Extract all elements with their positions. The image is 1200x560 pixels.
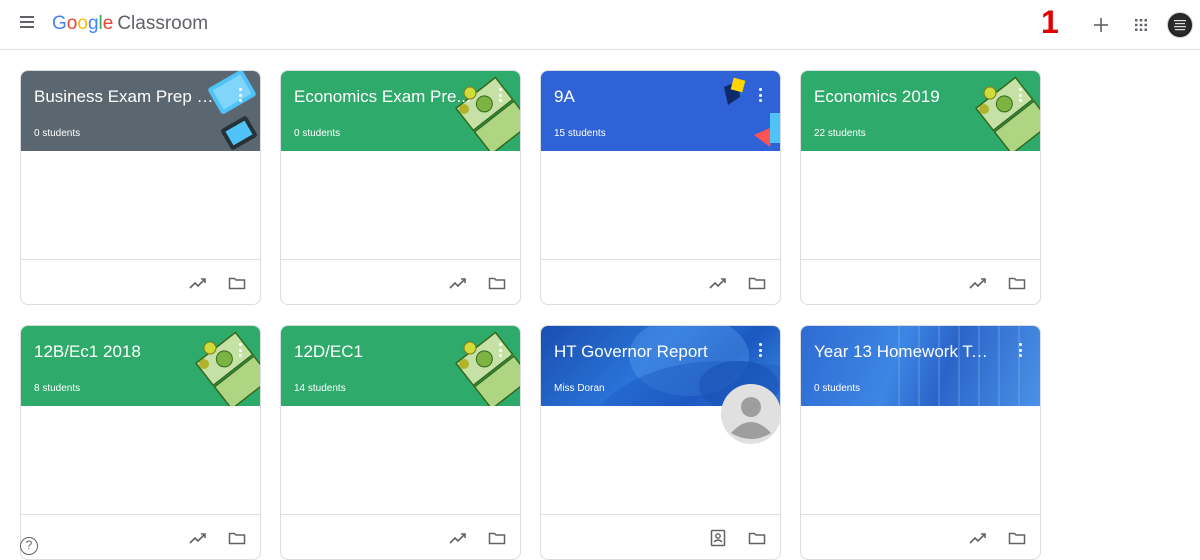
folder-icon[interactable] bbox=[227, 528, 247, 548]
class-card-body bbox=[21, 406, 260, 516]
teacher-avatar-icon bbox=[721, 384, 780, 444]
class-card-header[interactable]: Economics Exam Pre... 0 students bbox=[281, 71, 520, 151]
trending-icon[interactable] bbox=[188, 528, 208, 548]
class-card-header[interactable]: 12D/EC1 14 students bbox=[281, 326, 520, 406]
folder-icon[interactable] bbox=[747, 528, 767, 548]
class-card-footer bbox=[281, 514, 520, 559]
class-title[interactable]: Economics Exam Pre... bbox=[294, 86, 474, 108]
product-name: Classroom bbox=[117, 13, 209, 34]
class-card[interactable]: 9A 15 students bbox=[540, 70, 781, 305]
trending-icon[interactable] bbox=[448, 528, 468, 548]
student-count: 0 students bbox=[294, 128, 341, 139]
class-card-footer bbox=[21, 259, 260, 304]
top-app-bar: Google Classroom 1 bbox=[0, 0, 1200, 50]
class-card-footer bbox=[21, 514, 260, 559]
class-card[interactable]: 12D/EC1 14 students bbox=[280, 325, 521, 560]
folder-icon[interactable] bbox=[487, 273, 507, 293]
more-options-icon[interactable] bbox=[754, 340, 766, 360]
class-card-footer bbox=[541, 259, 780, 304]
help-icon[interactable]: ? bbox=[20, 537, 38, 555]
class-card-body bbox=[801, 151, 1040, 261]
google-wordmark: Google bbox=[52, 13, 114, 34]
class-card-footer bbox=[281, 259, 520, 304]
menu-icon[interactable] bbox=[20, 16, 40, 34]
add-icon[interactable] bbox=[1089, 13, 1113, 37]
class-card[interactable]: Business Exam Prep 2... 0 students bbox=[20, 70, 261, 305]
trending-icon[interactable] bbox=[708, 273, 728, 293]
class-title[interactable]: Business Exam Prep 2... bbox=[34, 86, 214, 108]
class-card[interactable]: Year 13 Homework Ta... 0 students bbox=[800, 325, 1041, 560]
app-logo[interactable]: Google Classroom bbox=[52, 13, 208, 37]
class-card-header[interactable]: Year 13 Homework Ta... 0 students bbox=[801, 326, 1040, 406]
student-count: 22 students bbox=[814, 128, 866, 139]
class-card-header[interactable]: 9A 15 students bbox=[541, 71, 780, 151]
teacher-name: Miss Doran bbox=[554, 383, 605, 394]
trending-icon[interactable] bbox=[188, 273, 208, 293]
class-title[interactable]: 9A bbox=[554, 86, 734, 108]
class-card[interactable]: HT Governor Report Miss Doran bbox=[540, 325, 781, 560]
folder-icon[interactable] bbox=[487, 528, 507, 548]
class-card-footer bbox=[541, 514, 780, 559]
trending-icon[interactable] bbox=[968, 273, 988, 293]
more-options-icon[interactable] bbox=[494, 340, 506, 360]
class-title[interactable]: 12D/EC1 bbox=[294, 341, 474, 363]
folder-icon[interactable] bbox=[1007, 273, 1027, 293]
class-title[interactable]: Economics 2019 bbox=[814, 86, 994, 108]
class-card-footer bbox=[801, 514, 1040, 559]
class-title[interactable]: 12B/Ec1 2018 bbox=[34, 341, 214, 363]
class-card[interactable]: 12B/Ec1 2018 8 students bbox=[20, 325, 261, 560]
student-count: 0 students bbox=[34, 128, 81, 139]
class-card-footer bbox=[801, 259, 1040, 304]
folder-icon[interactable] bbox=[747, 273, 767, 293]
class-card-header[interactable]: 12B/Ec1 2018 8 students bbox=[21, 326, 260, 406]
class-card[interactable]: Economics 2019 22 students bbox=[800, 70, 1041, 305]
class-card[interactable]: Economics Exam Pre... 0 students bbox=[280, 70, 521, 305]
student-count: 8 students bbox=[34, 383, 81, 394]
folder-icon[interactable] bbox=[1007, 528, 1027, 548]
more-options-icon[interactable] bbox=[1014, 340, 1026, 360]
apps-grid-icon[interactable] bbox=[1129, 13, 1153, 37]
more-options-icon[interactable] bbox=[494, 85, 506, 105]
class-card-header[interactable]: Economics 2019 22 students bbox=[801, 71, 1040, 151]
class-card-body bbox=[281, 406, 520, 516]
annotation-marker: 1 bbox=[1041, 4, 1059, 40]
student-count: 14 students bbox=[294, 383, 346, 394]
account-avatar[interactable] bbox=[1167, 12, 1193, 38]
more-options-icon[interactable] bbox=[234, 340, 246, 360]
class-card-body bbox=[541, 151, 780, 261]
student-count: 0 students bbox=[814, 383, 861, 394]
more-options-icon[interactable] bbox=[1014, 85, 1026, 105]
class-card-body bbox=[21, 151, 260, 261]
folder-icon[interactable] bbox=[227, 273, 247, 293]
class-card-body bbox=[541, 384, 780, 516]
class-title[interactable]: Year 13 Homework Ta... bbox=[814, 341, 994, 363]
trending-icon[interactable] bbox=[968, 528, 988, 548]
class-card-body bbox=[801, 406, 1040, 516]
class-card-body bbox=[281, 151, 520, 261]
student-count: 15 students bbox=[554, 128, 606, 139]
trending-icon[interactable] bbox=[448, 273, 468, 293]
class-card-header[interactable]: Business Exam Prep 2... 0 students bbox=[21, 71, 260, 151]
more-options-icon[interactable] bbox=[754, 85, 766, 105]
gradebook-icon[interactable] bbox=[708, 528, 728, 548]
class-title[interactable]: HT Governor Report bbox=[554, 341, 734, 363]
more-options-icon[interactable] bbox=[234, 85, 246, 105]
